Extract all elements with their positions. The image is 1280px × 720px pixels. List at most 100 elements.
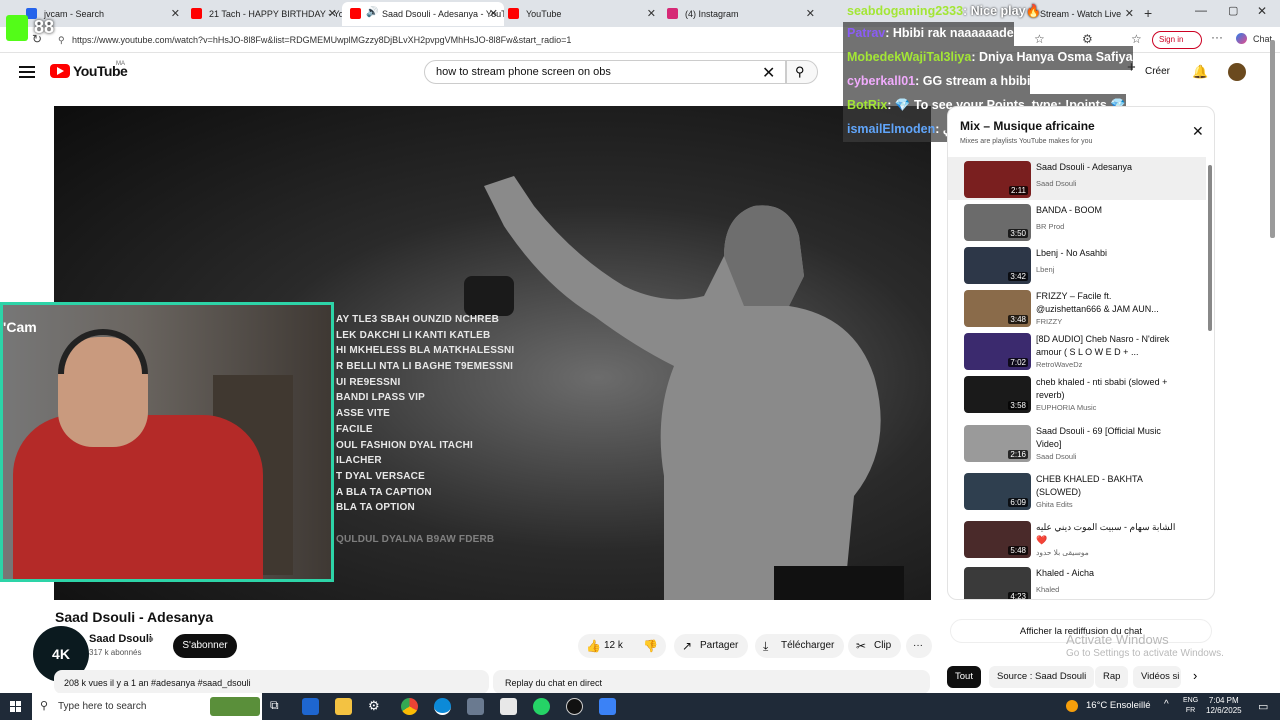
youtube-icon: [508, 8, 519, 19]
item-title[interactable]: الشابة سهام - سبيت الموت ديني عليه ❤️: [1036, 521, 1176, 546]
close-window-icon[interactable]: ✕: [1257, 4, 1267, 18]
chip-videos[interactable]: Vidéos si: [1133, 666, 1181, 688]
thumbnail[interactable]: 2:16: [964, 425, 1031, 462]
language-indicator[interactable]: ENG FR: [1183, 696, 1198, 716]
item-artist[interactable]: BR Prod: [1036, 222, 1064, 231]
tab-youtube[interactable]: YouTube ✕: [500, 2, 662, 26]
edge-icon[interactable]: [434, 698, 451, 715]
clip-button[interactable]: ✂ Clip: [848, 634, 902, 658]
tab-instagram[interactable]: (4) Instagram ✕: [659, 2, 821, 26]
thumbnail[interactable]: 4:23: [964, 567, 1031, 599]
download-button[interactable]: ⤓ Télécharger: [755, 634, 845, 658]
item-artist[interactable]: Ghita Edits: [1036, 500, 1073, 509]
item-artist[interactable]: موسيقى بلا حدود: [1036, 548, 1089, 557]
chip-source[interactable]: Source : Saad Dsouli: [989, 666, 1095, 688]
hamburger-menu-icon[interactable]: [19, 66, 35, 78]
thumbnail[interactable]: 3:48: [964, 290, 1031, 327]
notification-center-icon[interactable]: ▭: [1258, 700, 1268, 713]
thumbnail[interactable]: 3:50: [964, 204, 1031, 241]
item-title[interactable]: cheb khaled - nti sbabi (slowed + reverb…: [1036, 376, 1176, 401]
close-tab-icon[interactable]: ✕: [328, 7, 337, 20]
playlist-item[interactable]: 7:02 [8D AUDIO] Cheb Nasro - N'direk amou…: [948, 329, 1206, 372]
description-box[interactable]: 208 k vues il y a 1 an #adesanya #saad_d…: [54, 670, 489, 694]
item-artist[interactable]: Saad Dsouli: [1036, 179, 1076, 188]
close-tab-icon[interactable]: ✕: [647, 7, 656, 20]
tray-chevron-icon[interactable]: ^: [1164, 699, 1169, 710]
item-title[interactable]: BANDA - BOOM: [1036, 204, 1176, 217]
chrome-icon[interactable]: [401, 698, 418, 715]
audio-playing-icon[interactable]: 🔊: [366, 7, 378, 18]
whatsapp-icon[interactable]: [533, 698, 550, 715]
close-playlist-icon[interactable]: ✕: [1192, 123, 1204, 140]
notepad-icon[interactable]: [500, 698, 517, 715]
settings-icon[interactable]: ⚙: [368, 698, 385, 715]
item-artist[interactable]: EUPHORIA Music: [1036, 403, 1096, 412]
lyric-line: HI MKHELESS BLA MATKHALESSNI: [336, 345, 515, 357]
playlist-scrollbar[interactable]: [1208, 165, 1212, 331]
item-title[interactable]: Saad Dsouli - Adesanya: [1036, 161, 1176, 174]
more-actions-button[interactable]: ···: [906, 634, 932, 658]
app-icon[interactable]: [467, 698, 484, 715]
page-scrollbar[interactable]: [1270, 40, 1275, 238]
youtube-logo-icon[interactable]: [50, 64, 70, 78]
search-button[interactable]: ⚲: [786, 60, 818, 84]
site-info-icon[interactable]: ⚲: [58, 32, 65, 49]
playlist-item[interactable]: 2:11 Saad Dsouli - Adesanya Saad Dsouli: [948, 157, 1206, 200]
item-title[interactable]: Saad Dsouli - 69 [Official Music Video]: [1036, 425, 1176, 450]
tab-21-tach[interactable]: 21 Tach - HAPPY BIRTHDAY - YouT ✕: [183, 2, 343, 26]
close-tab-icon[interactable]: ✕: [171, 7, 180, 20]
search-input[interactable]: how to stream phone screen on obs: [424, 60, 786, 84]
thumbnail[interactable]: 3:42: [964, 247, 1031, 284]
windows-taskbar: ⚲ Type here to search ⧉ ⚙ 16°C Ensoleill…: [0, 693, 1280, 720]
like-button[interactable]: 👍 12 k: [578, 634, 638, 658]
weather-icon: [1066, 700, 1078, 712]
item-artist[interactable]: Khaled: [1036, 585, 1059, 594]
playlist-item[interactable]: 2:16 Saad Dsouli - 69 [Official Music Vid…: [948, 421, 1206, 464]
chip-rap[interactable]: Rap: [1095, 666, 1129, 688]
dislike-button[interactable]: 👎: [638, 634, 666, 658]
item-title[interactable]: FRIZZY – Facile ft. @uzishettan666 & JAM…: [1036, 290, 1176, 315]
thumbnail[interactable]: 7:02: [964, 333, 1031, 370]
playlist-item[interactable]: 3:48 FRIZZY – Facile ft. @uzishettan666 &…: [948, 286, 1206, 329]
channel-name[interactable]: Saad Dsouli: [89, 633, 152, 645]
thumbnail[interactable]: 5:48: [964, 521, 1031, 558]
playlist-item[interactable]: 4:23 Khaled - Aicha Khaled: [948, 563, 1206, 599]
clear-search-icon[interactable]: ✕: [762, 63, 775, 83]
item-title[interactable]: Lbenj - No Asahbi: [1036, 247, 1176, 260]
chat-user: cyberkall01: [847, 74, 916, 88]
item-artist[interactable]: Lbenj: [1036, 265, 1054, 274]
item-artist[interactable]: Saad Dsouli: [1036, 452, 1076, 461]
chevron-right-icon[interactable]: ›: [1193, 668, 1197, 683]
share-button[interactable]: ↗ Partager: [674, 634, 749, 658]
close-tab-icon[interactable]: ✕: [489, 7, 498, 20]
item-title[interactable]: CHEB KHALED - BAKHTA (SLOWED): [1036, 473, 1176, 498]
playlist-item[interactable]: 3:58 cheb khaled - nti sbabi (slowed + re…: [948, 372, 1206, 415]
playlist-item[interactable]: 3:42 Lbenj - No Asahbi Lbenj: [948, 243, 1206, 286]
app-icon[interactable]: [599, 698, 616, 715]
thumbnail[interactable]: 6:09: [964, 473, 1031, 510]
subscribe-button[interactable]: S'abonner: [173, 634, 237, 658]
playlist-item[interactable]: 6:09 CHEB KHALED - BAKHTA (SLOWED) Ghita E…: [948, 469, 1206, 512]
thumbnail[interactable]: 2:11: [964, 161, 1031, 198]
item-artist[interactable]: RetroWaveDz: [1036, 360, 1082, 369]
chip-all[interactable]: Tout: [947, 666, 981, 688]
item-artist[interactable]: FRIZZY: [1036, 317, 1062, 326]
windows-start-icon[interactable]: [10, 701, 21, 712]
item-title[interactable]: Khaled - Aicha: [1036, 567, 1176, 580]
taskbar-clock[interactable]: 7:04 PM 12/6/2025: [1206, 696, 1242, 716]
obs-icon[interactable]: [566, 698, 583, 715]
playlist-item[interactable]: 5:48 الشابة سهام - سبيت الموت ديني عليه ❤…: [948, 517, 1206, 560]
taskbar-search-input[interactable]: ⚲ Type here to search: [32, 693, 262, 720]
close-tab-icon[interactable]: ✕: [806, 7, 815, 20]
activate-windows-title: Activate Windows: [1066, 632, 1169, 647]
weather-text[interactable]: 16°C Ensoleillé: [1086, 700, 1151, 711]
thumbnail[interactable]: 3:58: [964, 376, 1031, 413]
file-explorer-icon[interactable]: [335, 698, 352, 715]
app-icon[interactable]: [302, 698, 319, 715]
search-icon: ⚲: [795, 64, 805, 79]
task-view-icon[interactable]: ⧉: [270, 698, 287, 715]
item-title[interactable]: [8D AUDIO] Cheb Nasro - N'direk amour ( …: [1036, 333, 1176, 358]
playlist-item[interactable]: 3:50 BANDA - BOOM BR Prod: [948, 200, 1206, 243]
tab-saad-dsouli[interactable]: 🔊 Saad Dsouli - Adesanya - YouT ✕: [342, 2, 504, 26]
url-field[interactable]: ⚲ https://www.youtube.com/watch?v=hHsJO-…: [56, 32, 846, 49]
